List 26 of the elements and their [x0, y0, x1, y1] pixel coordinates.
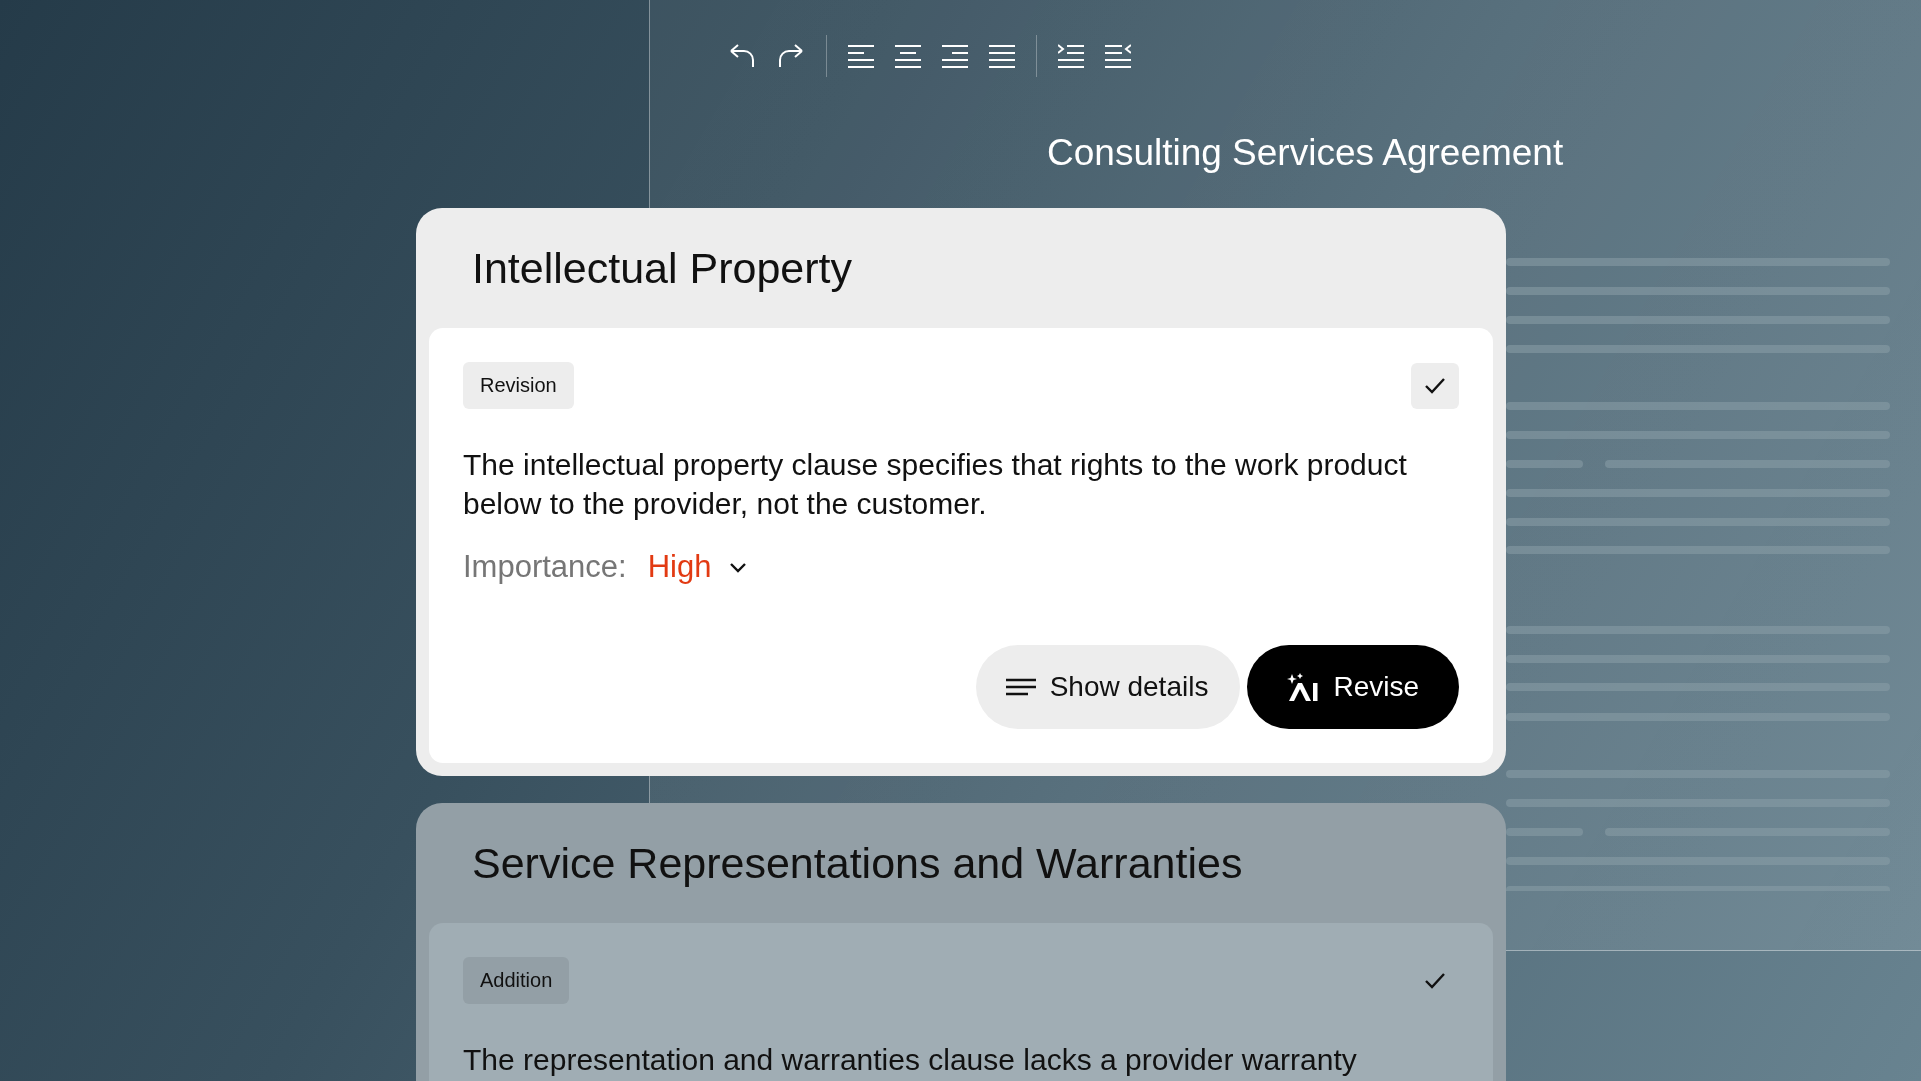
lines-icon — [1005, 678, 1036, 696]
undo-icon[interactable] — [728, 43, 756, 69]
details-button[interactable]: Show details — [975, 645, 1241, 729]
align-left-icon[interactable] — [848, 44, 874, 68]
check-icon — [1424, 376, 1446, 395]
outdent-icon[interactable] — [1105, 44, 1131, 68]
align-justify-icon[interactable] — [989, 44, 1015, 68]
clause-card[interactable]: Service Representations and Warranties Addition The representation and warranties clause lacks a provider warranty — [416, 803, 1506, 1081]
revise-button[interactable]: Revise — [1247, 645, 1459, 729]
redo-icon[interactable] — [777, 43, 805, 69]
change-type-tag: Addition — [463, 957, 570, 1004]
clause-card[interactable]: Intellectual Property Revision The intellectual property clause specifies that rights to the work product below to the provider, not the customer. Importance: High Show details Revise — [416, 208, 1506, 776]
indent-icon[interactable] — [1058, 44, 1084, 68]
chevron-down-icon — [729, 561, 748, 573]
accept-button[interactable] — [1411, 362, 1459, 409]
document-title: Consulting Services Agreement — [1047, 132, 1564, 174]
change-type-tag: Revision — [463, 362, 574, 409]
align-center-icon[interactable] — [895, 44, 921, 68]
check-icon — [1424, 971, 1446, 990]
clause-title: Intellectual Property — [471, 243, 853, 294]
clause-summary: The representation and warranties clause lacks a provider warranty — [463, 1042, 1358, 1078]
clause-title: Service Representations and Warranties — [471, 838, 1243, 889]
align-right-icon[interactable] — [942, 44, 968, 68]
importance-dropdown[interactable]: High — [647, 549, 748, 585]
clause-summary: The intellectual property clause specifies that rights to the work product below to the provider, not the customer. — [463, 447, 1408, 522]
importance-label: Importance: — [463, 549, 627, 585]
